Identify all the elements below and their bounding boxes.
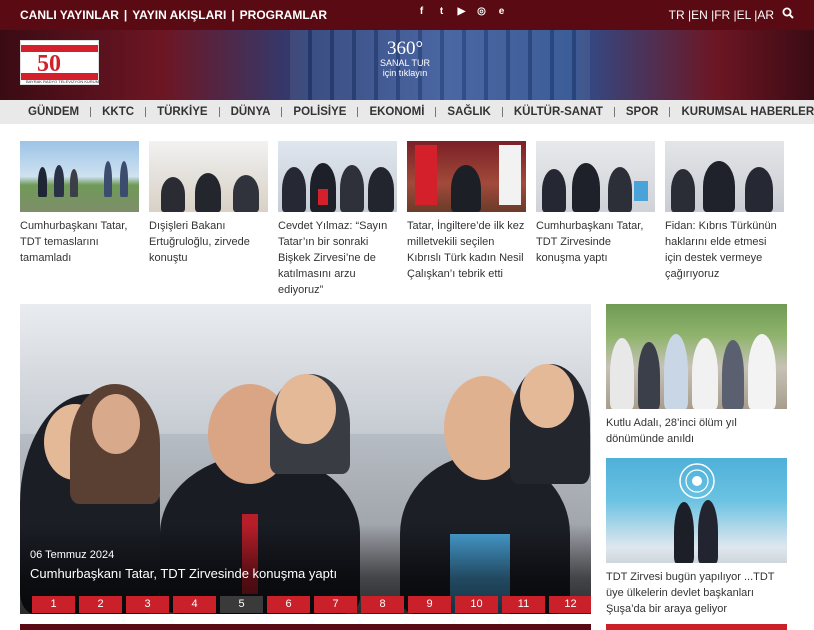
slide-figure <box>92 394 140 454</box>
side-news-thumbnail[interactable] <box>606 304 787 409</box>
news-title[interactable]: Tatar, İngiltere’de ilk kez milletvekili… <box>407 218 526 282</box>
news-cards: Cumhurbaşkanı Tatar, TDT temaslarını tam… <box>20 141 788 298</box>
broadcast-schedule-link[interactable]: YAYIN AKIŞLARI <box>132 8 226 22</box>
news-thumbnail[interactable] <box>665 141 784 212</box>
search-icon[interactable] <box>782 7 794 19</box>
news-thumbnail[interactable] <box>536 141 655 212</box>
slider-pagination: 1 2 3 4 5 6 7 8 9 10 11 12 <box>32 596 591 613</box>
next-section-strip <box>20 624 591 630</box>
side-news-title[interactable]: TDT Zirvesi bugün yapılıyor ...TDT üye ü… <box>606 569 787 617</box>
nav-item-spor[interactable]: SPOR <box>615 106 671 118</box>
side-news-thumbnail[interactable] <box>606 458 787 563</box>
slide-page-button[interactable]: 6 <box>267 596 310 613</box>
nav-item-dunya[interactable]: DÜNYA <box>220 106 283 118</box>
site-logo[interactable]: 50 BAYRAK RADYO TELEVİZYON KURUMU <box>20 40 102 85</box>
news-thumbnail[interactable] <box>20 141 139 212</box>
slide-date: 06 Temmuz 2024 <box>30 549 115 561</box>
top-bar: CANLI YAYINLAR | YAYIN AKIŞLARI | PROGRA… <box>0 0 814 30</box>
news-thumbnail[interactable] <box>407 141 526 212</box>
slide-figure <box>520 364 574 428</box>
news-title[interactable]: Fidan: Kıbrıs Türkünün haklarını elde et… <box>665 218 784 282</box>
tour-number: 360° <box>386 38 424 59</box>
app-icon[interactable]: e <box>496 6 507 17</box>
slide-page-button-active[interactable]: 5 <box>220 596 263 613</box>
tour-sublabel: için tıklayın <box>382 68 428 78</box>
news-card[interactable]: Cumhurbaşkanı Tatar, TDT Zirvesinde konu… <box>536 141 655 298</box>
news-thumbnail[interactable] <box>278 141 397 212</box>
news-card[interactable]: Dışişleri Bakanı Ertuğruloğlu, zirvede k… <box>149 141 268 298</box>
side-news-item[interactable]: TDT Zirvesi bugün yapılıyor ...TDT üye ü… <box>606 458 787 617</box>
side-news-title[interactable]: Kutlu Adalı, 28’inci ölüm yıl dönümünde … <box>606 415 787 447</box>
slide-figure <box>276 374 336 444</box>
nav-item-polisiye[interactable]: POLİSİYE <box>282 106 359 118</box>
slide-page-button[interactable]: 10 <box>455 596 498 613</box>
nav-item-kurumsal-haberler[interactable]: KURUMSAL HABERLER <box>670 106 814 118</box>
slide-caption[interactable]: Cumhurbaşkanı Tatar, TDT Zirvesinde konu… <box>30 566 337 581</box>
side-news-item[interactable]: Kutlu Adalı, 28’inci ölüm yıl dönümünde … <box>606 304 787 447</box>
nav-item-kultur-sanat[interactable]: KÜLTÜR-SANAT <box>503 106 615 118</box>
slide-page-button[interactable]: 1 <box>32 596 75 613</box>
slide-page-button[interactable]: 3 <box>126 596 169 613</box>
logo-tagline: BAYRAK RADYO TELEVİZYON KURUMU <box>26 79 102 84</box>
youtube-icon[interactable]: ▶ <box>456 6 467 17</box>
slide-page-button[interactable]: 4 <box>173 596 216 613</box>
news-thumbnail[interactable] <box>149 141 268 212</box>
facebook-icon[interactable]: f <box>416 6 427 17</box>
news-title[interactable]: Cumhurbaşkanı Tatar, TDT temaslarını tam… <box>20 218 139 266</box>
slide-page-button[interactable]: 2 <box>79 596 122 613</box>
next-section-strip <box>606 624 787 630</box>
slide-page-button[interactable]: 8 <box>361 596 404 613</box>
separator: | <box>123 8 128 22</box>
nav-item-saglik[interactable]: SAĞLIK <box>436 106 503 118</box>
slide-page-button[interactable]: 11 <box>502 596 545 613</box>
main-nav: GÜNDEM KKTC TÜRKİYE DÜNYA POLİSİYE EKONO… <box>0 100 814 124</box>
logo-number: 50 <box>37 51 61 77</box>
instagram-icon[interactable]: ◎ <box>476 6 487 17</box>
news-card[interactable]: Cumhurbaşkanı Tatar, TDT temaslarını tam… <box>20 141 139 298</box>
news-card[interactable]: Tatar, İngiltere’de ilk kez milletvekili… <box>407 141 526 298</box>
top-links: CANLI YAYINLAR | YAYIN AKIŞLARI | PROGRA… <box>20 8 327 22</box>
nav-item-gundem[interactable]: GÜNDEM <box>20 106 92 118</box>
separator: | <box>231 8 235 22</box>
news-title[interactable]: Cumhurbaşkanı Tatar, TDT Zirvesinde konu… <box>536 218 655 266</box>
headline-slider[interactable]: 06 Temmuz 2024 Cumhurbaşkanı Tatar, TDT … <box>20 304 591 614</box>
twitter-icon[interactable]: t <box>436 6 447 17</box>
programs-link[interactable]: PROGRAMLAR <box>240 8 327 22</box>
news-title[interactable]: Cevdet Yılmaz: “Sayın Tatar’ın bir sonra… <box>278 218 397 298</box>
nav-item-ekonomi[interactable]: EKONOMİ <box>358 106 437 118</box>
slide-page-button[interactable]: 12 <box>549 596 591 613</box>
social-links: f t ▶ ◎ e <box>416 6 507 17</box>
tour-label: SANAL TUR <box>379 58 430 68</box>
nav-item-kktc[interactable]: KKTC <box>91 106 147 118</box>
tdt-emblem-icon <box>679 463 715 499</box>
virtual-tour-link[interactable]: 360° SANAL TUR için tıklayın <box>360 38 450 78</box>
language-switcher[interactable]: TR |EN |FR |EL |AR <box>669 8 774 22</box>
live-broadcasts-link[interactable]: CANLI YAYINLAR <box>20 8 119 22</box>
nav-item-turkiye[interactable]: TÜRKİYE <box>146 106 220 118</box>
news-title[interactable]: Dışişleri Bakanı Ertuğruloğlu, zirvede k… <box>149 218 268 266</box>
news-card[interactable]: Fidan: Kıbrıs Türkünün haklarını elde et… <box>665 141 784 298</box>
slide-page-button[interactable]: 9 <box>408 596 451 613</box>
news-card[interactable]: Cevdet Yılmaz: “Sayın Tatar’ın bir sonra… <box>278 141 397 298</box>
slide-page-button[interactable]: 7 <box>314 596 357 613</box>
